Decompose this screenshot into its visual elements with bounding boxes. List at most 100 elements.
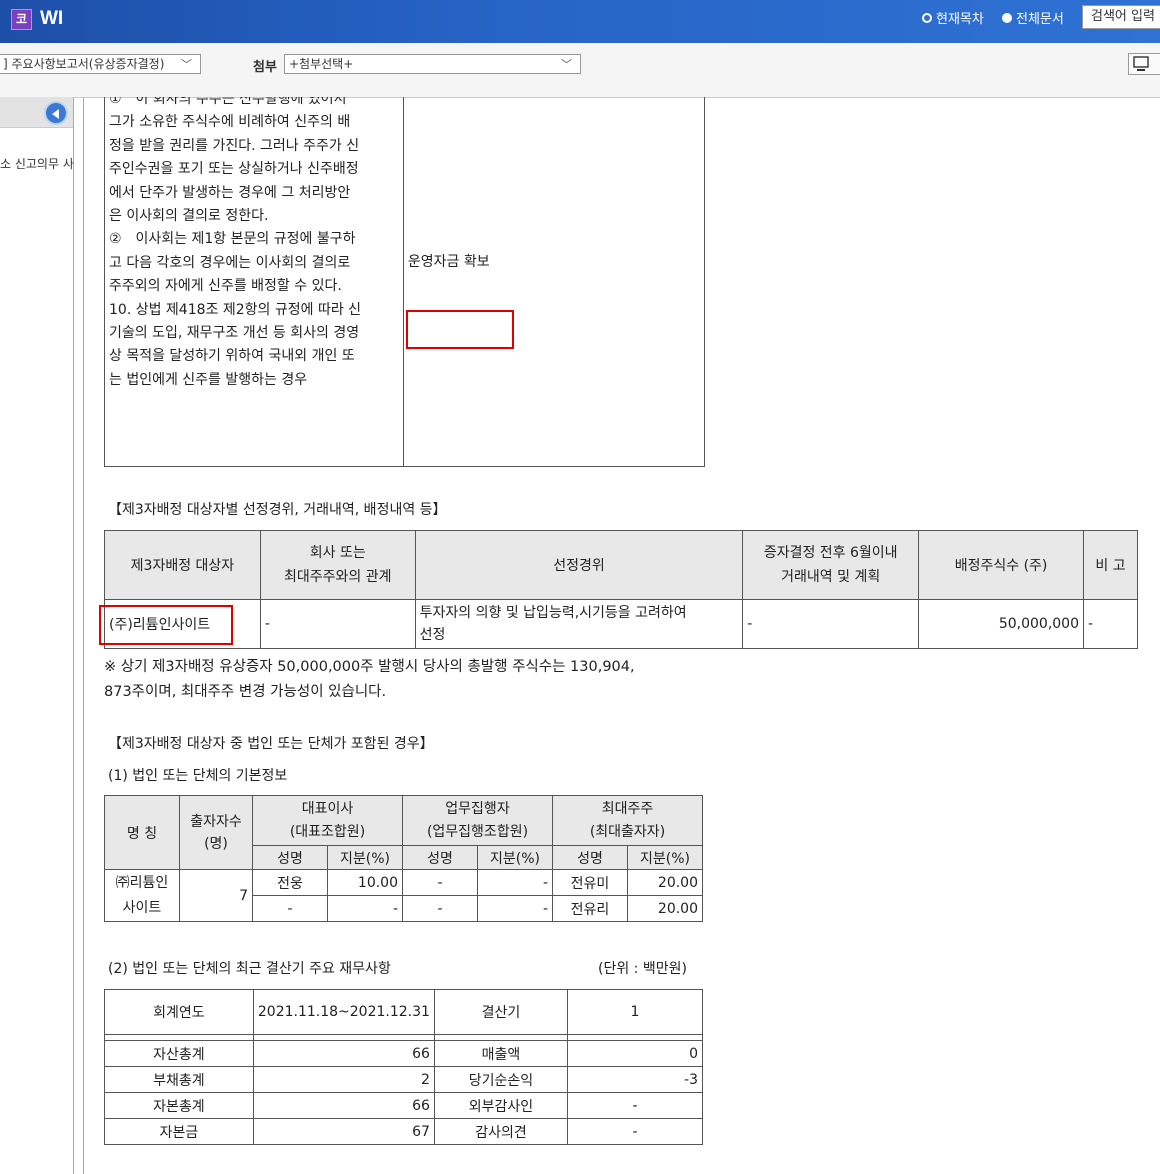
investor-count: 7 [179, 869, 253, 922]
table-cell: - [477, 895, 553, 922]
table-cell: 자본총계 [104, 1092, 254, 1119]
table-cell: -3 [566, 1066, 704, 1093]
table-cell: 당기순손익 [433, 1066, 568, 1093]
table-cell: - [566, 1118, 704, 1145]
articles-cell: ① 이 회사의 주주는 신주발행에 있어서그가 소유한 주식수에 비례하여 신주… [104, 97, 404, 467]
article-line: 기술의 도입, 재무구조 개선 등 회사의 경영 [109, 325, 360, 342]
financial-unit: (단위 : 백만원) [598, 961, 687, 977]
article-line: 정을 받을 권리를 가진다. 그러나 주주가 신 [109, 137, 360, 154]
header-cell: 업무집행자 (업무집행조합원) [402, 795, 553, 846]
sub-header-cell: 지분(%) [477, 845, 553, 870]
table-cell: 67 [252, 1118, 435, 1145]
sidebar-item[interactable]: 소 신고의무 사 [0, 155, 74, 172]
article-line: 10. 상법 제418조 제2항의 규정에 따라 신 [109, 301, 362, 318]
allottee-reason: 투자자의 의향 및 납입능력,시기등을 고려하여 선정 [414, 599, 744, 649]
article-line: ① 이 회사의 주주는 신주발행에 있어서 [109, 97, 347, 107]
radio-on-icon [922, 12, 932, 23]
sub-header-cell: 지분(%) [627, 845, 703, 870]
chevron-down-icon: ﹀ [561, 58, 572, 71]
allottee-history: - [742, 599, 920, 649]
document-content: ① 이 회사의 주주는 신주발행에 있어서그가 소유한 주식수에 비례하여 신주… [84, 97, 1160, 1174]
highlight-box [406, 310, 514, 349]
notice-line: 873주이며, 최대주주 변경 가능성이 있습니다. [104, 684, 387, 700]
table-cell: 66 [252, 1040, 435, 1067]
financial-title: (2) 법인 또는 단체의 최근 결산기 주요 재무사항 [108, 961, 391, 977]
header-cell: 배정주식수 (주) [918, 530, 1084, 600]
purpose-text: 운영자금 확보 [407, 254, 490, 270]
table-cell: - [252, 895, 328, 922]
articles-table: ① 이 회사의 주주는 신주발행에 있어서그가 소유한 주식수에 비례하여 신주… [104, 97, 706, 467]
attach-select[interactable]: +첨부선택+ ﹀ [284, 54, 581, 74]
article-line: 그가 소유한 주식수에 비례하여 신주의 배 [109, 114, 351, 131]
basic-info-title: (1) 법인 또는 단체의 기본정보 [108, 768, 288, 784]
table-cell: 자산총계 [104, 1040, 254, 1067]
article-line: 는 법인에게 신주를 발행하는 경우 [109, 371, 308, 388]
highlight-box [99, 605, 233, 645]
document-select-value: ] 주요사항보고서(유상증자결정) [3, 57, 165, 71]
article-line: 주인수권을 포기 또는 상실하거나 신주배정 [109, 161, 359, 178]
sub-header-cell: 성명 [252, 845, 328, 870]
radio-off-icon [1002, 12, 1012, 23]
article-line: 은 이사회의 결의로 정한다. [109, 208, 269, 225]
table-cell: 자본금 [104, 1118, 254, 1145]
allottee-shares: 50,000,000 [918, 599, 1084, 649]
chevron-down-icon: ﹀ [181, 58, 192, 71]
table-cell: 전유리 [552, 895, 628, 922]
table-cell: 66 [252, 1092, 435, 1119]
sub-header-cell: 성명 [552, 845, 628, 870]
collapse-sidebar-icon[interactable] [44, 101, 68, 125]
header-cell: 선정경위 [414, 530, 744, 600]
app-logo-icon: 코 [11, 9, 32, 30]
table-cell: - [327, 895, 403, 922]
table-cell: 20.00 [627, 869, 703, 896]
table-cell: 외부감사인 [433, 1092, 568, 1119]
scope-all-radio[interactable]: 전체문서 [1002, 8, 1064, 27]
sub-header-cell: 지분(%) [327, 845, 403, 870]
header-cell: 회사 또는 최대주주와의 관계 [259, 530, 416, 600]
header-cell: 최대주주 (최대출자자) [552, 795, 703, 846]
table-cell: 부채총계 [104, 1066, 254, 1093]
header-cell: 비 고 [1083, 530, 1138, 600]
table-cell: 매출액 [433, 1040, 568, 1067]
table-cell: 1 [566, 989, 704, 1035]
monitor-icon-button[interactable] [1128, 53, 1160, 75]
basic-info-table: 명 칭 출자자수 (명) 대표이사 (대표조합원) 업무집행자 (업무집행조합원… [104, 795, 703, 922]
sub-header-cell: 성명 [402, 845, 478, 870]
header-cell: 출자자수 (명) [179, 795, 253, 870]
purpose-cell: 운영자금 확보 [402, 97, 706, 467]
article-line: 에서 단주가 발생하는 경우에 그 처리방안 [109, 184, 351, 201]
attach-label: 첨부 [253, 60, 277, 75]
table-cell: 2 [252, 1066, 435, 1093]
table-cell: - [402, 869, 478, 896]
sidebar: 소 신고의무 사 [0, 97, 74, 1174]
scope-current-radio[interactable]: 현재목차 [922, 8, 984, 27]
table-cell: 10.00 [327, 869, 403, 896]
header-cell: 대표이사 (대표조합원) [252, 795, 403, 846]
header-cell: 명 칭 [104, 795, 180, 870]
header-cell: 증자결정 전후 6월이내 거래내역 및 계획 [742, 530, 920, 600]
sidebar-header [0, 97, 73, 128]
article-line: 주주외의 자에게 신주를 배정할 수 있다. [109, 278, 342, 295]
header-cell: 제3자배정 대상자 [104, 530, 261, 600]
table-cell: 전유미 [552, 869, 628, 896]
table-cell: 2021.11.18~2021.12.31 [252, 989, 435, 1035]
third-party-heading: 【제3자배정 대상자별 선정경위, 거래내역, 배정내역 등】 [108, 502, 447, 518]
notice-line: ※ 상기 제3자배정 유상증자 50,000,000주 발행시 당사의 총발행 … [104, 659, 635, 675]
table-cell: 회계연도 [104, 989, 254, 1035]
table-cell: 감사의견 [433, 1118, 568, 1145]
table-cell: 20.00 [627, 895, 703, 922]
table-cell: - [566, 1092, 704, 1119]
entity-name: ㈜리튬인 사이트 [104, 869, 180, 922]
document-select[interactable]: ] 주요사항보고서(유상증자결정) ﹀ [0, 54, 201, 74]
table-cell: - [402, 895, 478, 922]
allottee-relation: - [259, 599, 416, 649]
top-bar: 코 WI 현재목차 전체문서 검색어 입력 [0, 0, 1160, 43]
allotment-table: 제3자배정 대상자 회사 또는 최대주주와의 관계 선정경위 증자결정 전후 6… [104, 530, 1138, 649]
article-line: 상 목적을 달성하기 위하여 국내외 개인 또 [109, 348, 355, 365]
search-input-button[interactable]: 검색어 입력 [1082, 5, 1160, 29]
articles-text: ① 이 회사의 주주는 신주발행에 있어서그가 소유한 주식수에 비례하여 신주… [109, 97, 399, 392]
article-line: ② 이사회는 제1항 본문의 규정에 불구하 [109, 231, 356, 248]
attach-select-value: +첨부선택+ [289, 57, 354, 71]
notice: ※ 상기 제3자배정 유상증자 50,000,000주 발행시 당사의 총발행 … [104, 655, 635, 705]
table-cell: - [477, 869, 553, 896]
